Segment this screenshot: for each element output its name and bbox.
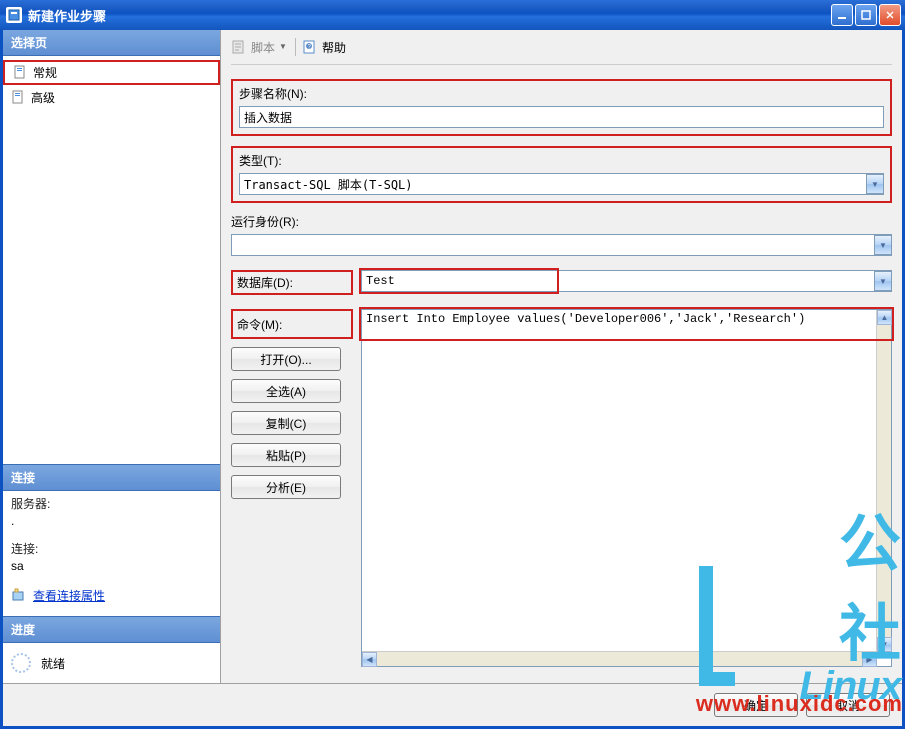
connect-value: sa xyxy=(3,559,220,581)
scroll-up-icon[interactable]: ▲ xyxy=(877,310,892,325)
scroll-left-icon[interactable]: ◀ xyxy=(362,652,377,667)
database-block: 数据库(D): xyxy=(231,270,353,295)
type-label: 类型(T): xyxy=(239,152,884,169)
paste-button[interactable]: 粘贴(P) xyxy=(231,443,341,467)
close-button[interactable] xyxy=(879,4,901,26)
properties-icon xyxy=(11,588,27,604)
titlebar: 新建作业步骤 xyxy=(0,0,905,30)
script-button[interactable]: 脚本 ▼ xyxy=(231,39,289,56)
help-button[interactable]: ? 帮助 xyxy=(302,39,346,56)
step-name-block: 步骤名称(N): xyxy=(231,79,892,136)
cancel-button[interactable]: 取消 xyxy=(806,693,890,717)
type-select[interactable] xyxy=(239,173,884,195)
chevron-down-icon[interactable]: ▼ xyxy=(874,235,891,255)
app-icon xyxy=(6,7,22,23)
scrollbar-vertical[interactable]: ▲ ▼ xyxy=(876,310,891,652)
right-panel: 脚本 ▼ ? 帮助 步骤名称(N): 类型(T): ▼ xyxy=(221,30,902,683)
nav-item-general[interactable]: 常规 xyxy=(3,60,220,85)
step-name-input[interactable] xyxy=(239,106,884,128)
connect-header: 连接 xyxy=(3,464,220,491)
minimize-button[interactable] xyxy=(831,4,853,26)
scroll-down-icon[interactable]: ▼ xyxy=(877,637,892,652)
nav-general-label: 常规 xyxy=(33,64,57,81)
left-panel: 选择页 常规 高级 连接 服务器: . 连接: sa xyxy=(3,30,221,683)
database-select[interactable] xyxy=(361,270,892,292)
run-as-label: 运行身份(R): xyxy=(231,213,892,230)
command-label: 命令(M): xyxy=(237,316,282,333)
type-block: 类型(T): ▼ xyxy=(231,146,892,203)
separator xyxy=(295,38,296,56)
open-button[interactable]: 打开(O)... xyxy=(231,347,341,371)
dropdown-icon: ▼ xyxy=(279,42,289,52)
window-title: 新建作业步骤 xyxy=(28,6,831,25)
script-icon xyxy=(231,39,247,55)
ok-button[interactable]: 确定 xyxy=(714,693,798,717)
command-textarea[interactable] xyxy=(361,309,892,667)
server-value: . xyxy=(3,514,220,536)
page-icon xyxy=(11,90,27,106)
scroll-right-icon[interactable]: ▶ xyxy=(862,652,877,667)
analyze-button[interactable]: 分析(E) xyxy=(231,475,341,499)
scrollbar-horizontal[interactable]: ◀ ▶ xyxy=(362,651,877,666)
select-page-header: 选择页 xyxy=(3,30,220,56)
progress-icon xyxy=(11,653,31,673)
connect-label: 连接: xyxy=(3,536,220,559)
progress-header: 进度 xyxy=(3,616,220,643)
command-label-block: 命令(M): xyxy=(231,309,353,339)
nav-advanced-label: 高级 xyxy=(31,89,55,106)
server-label: 服务器: xyxy=(3,491,220,514)
chevron-down-icon[interactable]: ▼ xyxy=(866,174,883,194)
copy-button[interactable]: 复制(C) xyxy=(231,411,341,435)
help-icon: ? xyxy=(302,39,318,55)
page-icon xyxy=(13,65,29,81)
toolbar: 脚本 ▼ ? 帮助 xyxy=(231,38,892,65)
select-all-button[interactable]: 全选(A) xyxy=(231,379,341,403)
run-as-select[interactable] xyxy=(231,234,892,256)
step-name-label: 步骤名称(N): xyxy=(239,85,884,102)
footer: 确定 取消 xyxy=(3,684,902,726)
chevron-down-icon[interactable]: ▼ xyxy=(874,271,891,291)
view-connection-props-link[interactable]: 查看连接属性 xyxy=(33,587,105,604)
progress-status: 就绪 xyxy=(41,655,65,672)
maximize-button[interactable] xyxy=(855,4,877,26)
database-label: 数据库(D): xyxy=(237,274,347,291)
script-label: 脚本 xyxy=(251,39,275,56)
help-label: 帮助 xyxy=(322,39,346,56)
nav-item-advanced[interactable]: 高级 xyxy=(3,87,220,108)
